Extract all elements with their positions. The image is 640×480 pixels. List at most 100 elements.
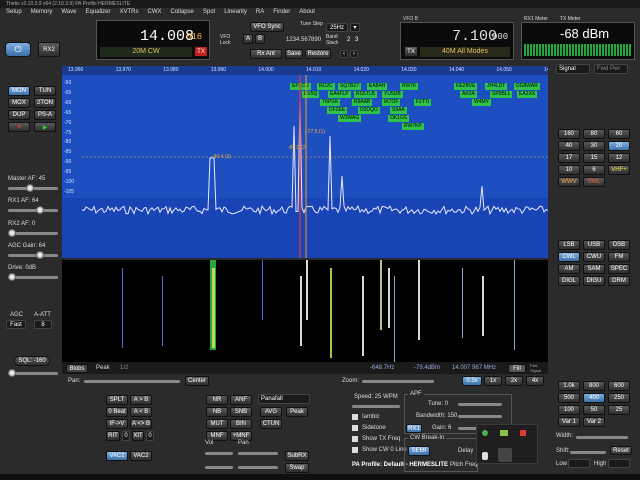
drive-knob[interactable]: [8, 273, 16, 281]
agc-gain-knob[interactable]: [36, 251, 44, 259]
rx-meter-select[interactable]: Signal: [556, 64, 590, 74]
rx2-button[interactable]: RX2: [38, 42, 60, 57]
tray-icon-5[interactable]: [498, 448, 512, 462]
display-mode-select[interactable]: Panafall: [258, 394, 310, 404]
filter-button-var-2[interactable]: Var 2: [583, 417, 605, 427]
show-tx-freq-checkbox[interactable]: [352, 436, 358, 442]
rx2-vol-slider[interactable]: [205, 466, 233, 469]
mode-button-am[interactable]: AM: [558, 264, 580, 274]
split-control-2[interactable]: 0 Beat: [106, 407, 128, 417]
shift-slider[interactable]: [570, 451, 606, 454]
high-input[interactable]: [608, 459, 630, 468]
band-button-17[interactable]: 17: [558, 153, 580, 163]
band-button-12[interactable]: 12: [608, 153, 630, 163]
cw-speed-slider[interactable]: [352, 405, 400, 408]
tray-icon-2[interactable]: [500, 430, 508, 436]
split-control-3[interactable]: A < B: [130, 407, 152, 417]
zoom-05x-button[interactable]: 0.5x: [462, 376, 482, 386]
band-stack-prev-icon[interactable]: ‹: [340, 50, 348, 58]
filter-button-250[interactable]: 250: [608, 393, 630, 403]
split-control-7[interactable]: 0: [122, 431, 130, 441]
att-select[interactable]: 8: [34, 320, 52, 329]
mode-button-usb[interactable]: USB: [583, 240, 605, 250]
split-control-0[interactable]: SPLT: [106, 395, 128, 405]
split-control-11[interactable]: VAC2: [130, 451, 152, 461]
power-button[interactable]: ⏻: [5, 42, 31, 57]
filter-button-1.0k[interactable]: 1.0k: [558, 381, 580, 391]
ps-a-button[interactable]: PS-A: [34, 110, 56, 120]
dsp-button-snb[interactable]: SNB: [230, 407, 252, 417]
zoom-slider[interactable]: [362, 380, 434, 383]
menu-memory[interactable]: Memory: [31, 9, 53, 18]
vfo-b-freq[interactable]: 7.100: [452, 28, 497, 45]
mode-button-dsb[interactable]: DSB: [608, 240, 630, 250]
filter-button-600[interactable]: 600: [608, 381, 630, 391]
apf-bw-slider[interactable]: [458, 415, 502, 418]
menu-linearity[interactable]: Linearity: [224, 9, 247, 18]
band-button-80[interactable]: 80: [583, 129, 605, 139]
show-cw-line-checkbox[interactable]: [352, 447, 358, 453]
dup-button[interactable]: DUP: [8, 110, 30, 120]
subrx-button[interactable]: SubRX: [285, 451, 309, 461]
vfo-lock-a-button[interactable]: A: [243, 34, 253, 44]
mode-button-drm[interactable]: DRM: [608, 276, 630, 286]
menu-wave[interactable]: Wave: [61, 9, 76, 18]
rx1-vol-slider[interactable]: [205, 452, 233, 455]
menu-collapse[interactable]: Collapse: [171, 9, 194, 18]
menu-about[interactable]: About: [299, 9, 315, 18]
record-button[interactable]: ●: [8, 122, 30, 132]
width-slider[interactable]: [576, 436, 628, 439]
master-af-knob[interactable]: [26, 184, 34, 192]
vfo-a-tx-button[interactable]: TX: [194, 46, 208, 57]
mode-button-fm[interactable]: FM: [608, 252, 630, 262]
mode-button-cwu[interactable]: CWU: [583, 252, 605, 262]
rx1-af-slider[interactable]: [8, 209, 58, 212]
menu-setup[interactable]: Setup: [6, 9, 22, 18]
split-control-4[interactable]: IF->V: [106, 419, 128, 429]
band-button-vhfplus[interactable]: VHF+: [608, 165, 630, 175]
rx2-af-knob[interactable]: [8, 229, 16, 237]
waterfall[interactable]: [62, 260, 548, 362]
play-button[interactable]: ▶: [34, 122, 56, 132]
blobs-button[interactable]: Blobs: [66, 364, 88, 373]
reset-button[interactable]: Reset: [610, 446, 632, 455]
zoom-1x-button[interactable]: 1x: [484, 376, 502, 386]
menu-equalizer[interactable]: Equalizer: [85, 9, 110, 18]
fill-button[interactable]: Fill: [508, 364, 526, 373]
vfo-lock-b-button[interactable]: B: [255, 34, 265, 44]
dsp-button-nb[interactable]: NB: [206, 407, 228, 417]
apf-rx1-button[interactable]: RX1: [406, 424, 422, 433]
tune-step-select[interactable]: 25Hz: [326, 23, 348, 32]
band-button-40[interactable]: 40: [558, 141, 580, 151]
rx1-af-knob[interactable]: [36, 206, 44, 214]
band-button-160[interactable]: 160: [558, 129, 580, 139]
menu-spot[interactable]: Spot: [203, 9, 215, 18]
band-button-wwv[interactable]: WWV: [558, 177, 580, 187]
dsp-button-ctun[interactable]: CTUN: [260, 419, 282, 429]
mon-button[interactable]: MON: [8, 86, 30, 96]
split-control-8[interactable]: XIT: [132, 431, 144, 441]
tray-icon-1[interactable]: [482, 430, 488, 436]
split-control-10[interactable]: VAC1: [106, 451, 128, 461]
menu-finder[interactable]: Finder: [273, 9, 290, 18]
dsp-button-nr[interactable]: NR: [206, 395, 228, 405]
filter-button-800[interactable]: 800: [583, 381, 605, 391]
agc-select[interactable]: Fast: [6, 320, 26, 329]
split-control-6[interactable]: RIT: [106, 431, 120, 441]
split-control-1[interactable]: A > B: [130, 395, 152, 405]
tune-step-dropdown[interactable]: ▾: [350, 23, 360, 32]
tun-button[interactable]: TUN: [34, 86, 56, 96]
menu-xvtrs[interactable]: XVTRs: [120, 9, 139, 18]
band-button-30[interactable]: 30: [583, 141, 605, 151]
band-button-swl[interactable]: SWL: [583, 177, 605, 187]
filter-button-500[interactable]: 500: [558, 393, 580, 403]
filter-button-400[interactable]: 400: [583, 393, 605, 403]
vfo-sync-button[interactable]: VFO Sync: [250, 22, 284, 32]
rx1-pan-slider[interactable]: [238, 452, 278, 455]
mode-button-cwl[interactable]: CWL: [558, 252, 580, 262]
vfo-b-tx-button[interactable]: TX: [404, 46, 418, 57]
filter-button-100[interactable]: 100: [558, 405, 580, 415]
filter-button-25[interactable]: 25: [608, 405, 630, 415]
dsp-button-bin[interactable]: BIN: [230, 419, 252, 429]
agc-gain-slider[interactable]: [8, 254, 58, 257]
